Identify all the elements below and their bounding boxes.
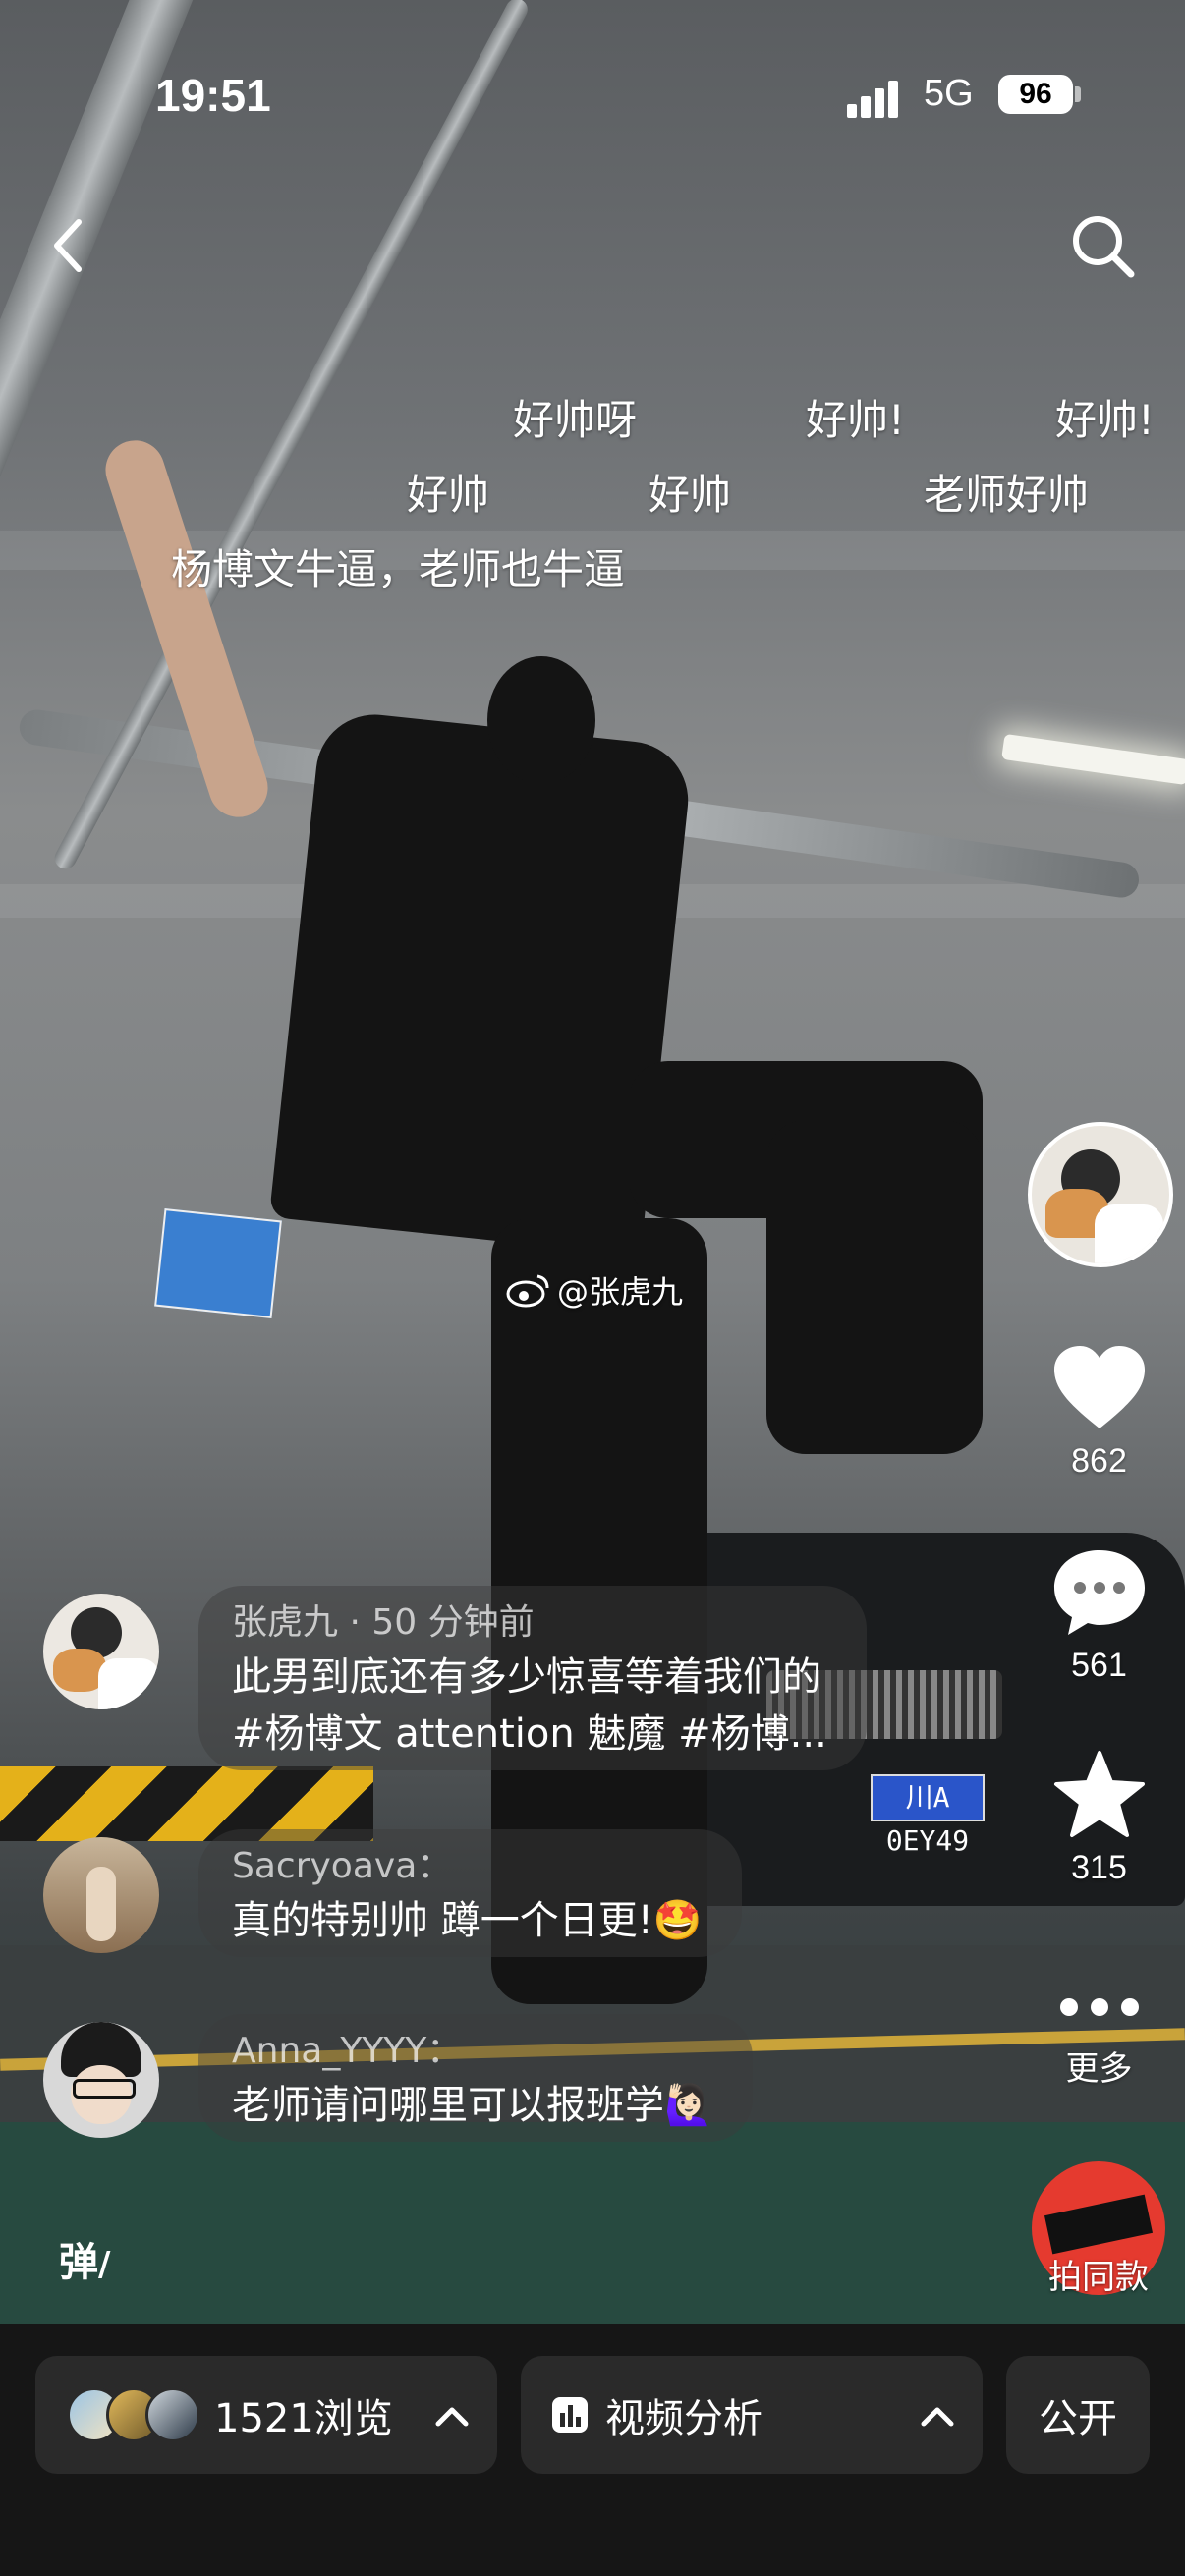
comment-bubble: Anna_YYYY： 老师请问哪里可以报班学🙋🏻‍♀️ <box>198 2014 753 2142</box>
chevron-up-icon <box>921 2407 954 2427</box>
danmu-toggle-button[interactable]: 弹/ <box>59 2230 110 2287</box>
watermark-text: @张虎九 <box>557 1273 684 1311</box>
analysis-label: 视频分析 <box>605 2396 762 2441</box>
comment-icon <box>1053 1550 1145 1635</box>
person-head <box>487 656 595 784</box>
chevron-left-icon <box>54 219 82 272</box>
battery-icon: 96 <box>998 75 1073 114</box>
chart-bars-icon <box>552 2397 588 2433</box>
danmaku-item: 好帅 <box>407 471 490 519</box>
signal-icon <box>847 79 906 118</box>
weibo-watermark: @张虎九 <box>506 1267 683 1313</box>
slash-icon: / <box>98 2245 111 2284</box>
search-icon <box>1073 216 1135 278</box>
pipe <box>0 0 204 975</box>
more-button[interactable]: 更多 <box>1028 1983 1170 2090</box>
comment-count: 561 <box>1071 1647 1127 1684</box>
comment-item[interactable]: Sacryoava： 真的特别帅 蹲一个日更!🤩 <box>43 1829 742 1957</box>
danmaku-item: 杨博文牛逼，老师也牛逼 <box>171 545 626 593</box>
public-label: 公开 <box>1039 2396 1117 2441</box>
comment-button[interactable]: 561 <box>1028 1546 1170 1685</box>
danmaku-item: 好帅呀 <box>513 396 638 444</box>
public-button[interactable]: 公开 <box>1006 2356 1150 2474</box>
danmaku-item: 好帅! <box>806 396 905 444</box>
comment-bubble: Sacryoava： 真的特别帅 蹲一个日更!🤩 <box>198 1829 742 1957</box>
back-button[interactable] <box>39 206 98 285</box>
same-style-label: 拍同款 <box>1048 2258 1149 2297</box>
same-style-button[interactable]: 拍同款 <box>1032 2161 1165 2298</box>
danmaku-item: 老师好帅 <box>924 471 1090 519</box>
license-plate: 川A 0EY49 <box>871 1774 985 1857</box>
comment-bubble: 张虎九 · 50 分钟前 此男到底还有多少惊喜等着我们的 #杨博文 attent… <box>198 1586 867 1770</box>
more-dots-icon <box>1059 1998 1139 2016</box>
danmaku-item: 好帅! <box>1055 396 1155 444</box>
person-raised-shin <box>766 1120 983 1454</box>
battery-tip <box>1075 86 1081 102</box>
comment-avatar[interactable] <box>43 1837 159 1953</box>
comment-author: 张虎九 · 50 分钟前 <box>232 1602 535 1643</box>
analysis-pill[interactable]: 视频分析 <box>521 2356 983 2474</box>
status-time: 19:51 <box>155 70 271 121</box>
danmaku-item: 好帅 <box>649 471 732 519</box>
favorite-count: 315 <box>1071 1849 1127 1886</box>
comment-text: 真的特别帅 蹲一个日更!🤩 <box>232 1898 703 1943</box>
comment-author: Sacryoava： <box>232 1846 453 1886</box>
disc-banner <box>1044 2194 1154 2255</box>
chevron-up-icon <box>435 2407 469 2427</box>
comment-text: 老师请问哪里可以报班学🙋🏻‍♀️ <box>232 2083 713 2128</box>
comment-item[interactable]: Anna_YYYY： 老师请问哪里可以报班学🙋🏻‍♀️ <box>43 2014 753 2142</box>
star-icon <box>1053 1751 1145 1837</box>
heart-icon <box>1053 1346 1145 1428</box>
more-label: 更多 <box>1065 2050 1133 2088</box>
floor-green <box>0 2122 1185 2324</box>
ceiling-lamp <box>1001 733 1185 786</box>
video-player[interactable]: 川A 0EY49 <box>0 0 1185 2324</box>
comment-author: Anna_YYYY： <box>232 2031 463 2071</box>
comment-item[interactable]: 张虎九 · 50 分钟前 此男到底还有多少惊喜等着我们的 #杨博文 attent… <box>43 1586 867 1770</box>
parking-sign <box>154 1208 282 1318</box>
like-button[interactable]: 862 <box>1028 1344 1170 1481</box>
author-avatar[interactable] <box>1028 1122 1173 1267</box>
like-count: 862 <box>1071 1442 1127 1480</box>
avatar-shirt <box>1095 1204 1163 1263</box>
comment-text: 此男到底还有多少惊喜等着我们的 <box>232 1654 821 1700</box>
comment-avatar[interactable] <box>43 2022 159 2138</box>
danmu-toggle-label: 弹 <box>59 2240 98 2285</box>
search-button[interactable] <box>1061 204 1144 287</box>
views-pill[interactable]: 1521浏览 <box>35 2356 497 2474</box>
viewer-avatars <box>67 2387 200 2442</box>
comment-avatar[interactable] <box>43 1594 159 1709</box>
weibo-icon <box>506 1274 549 1308</box>
network-type: 5G <box>924 73 974 114</box>
views-count: 1521浏览 <box>214 2396 393 2441</box>
favorite-button[interactable]: 315 <box>1028 1749 1170 1887</box>
comment-text-hashtags[interactable]: #杨博文 attention 魅魔 #杨博... <box>232 1706 827 1763</box>
